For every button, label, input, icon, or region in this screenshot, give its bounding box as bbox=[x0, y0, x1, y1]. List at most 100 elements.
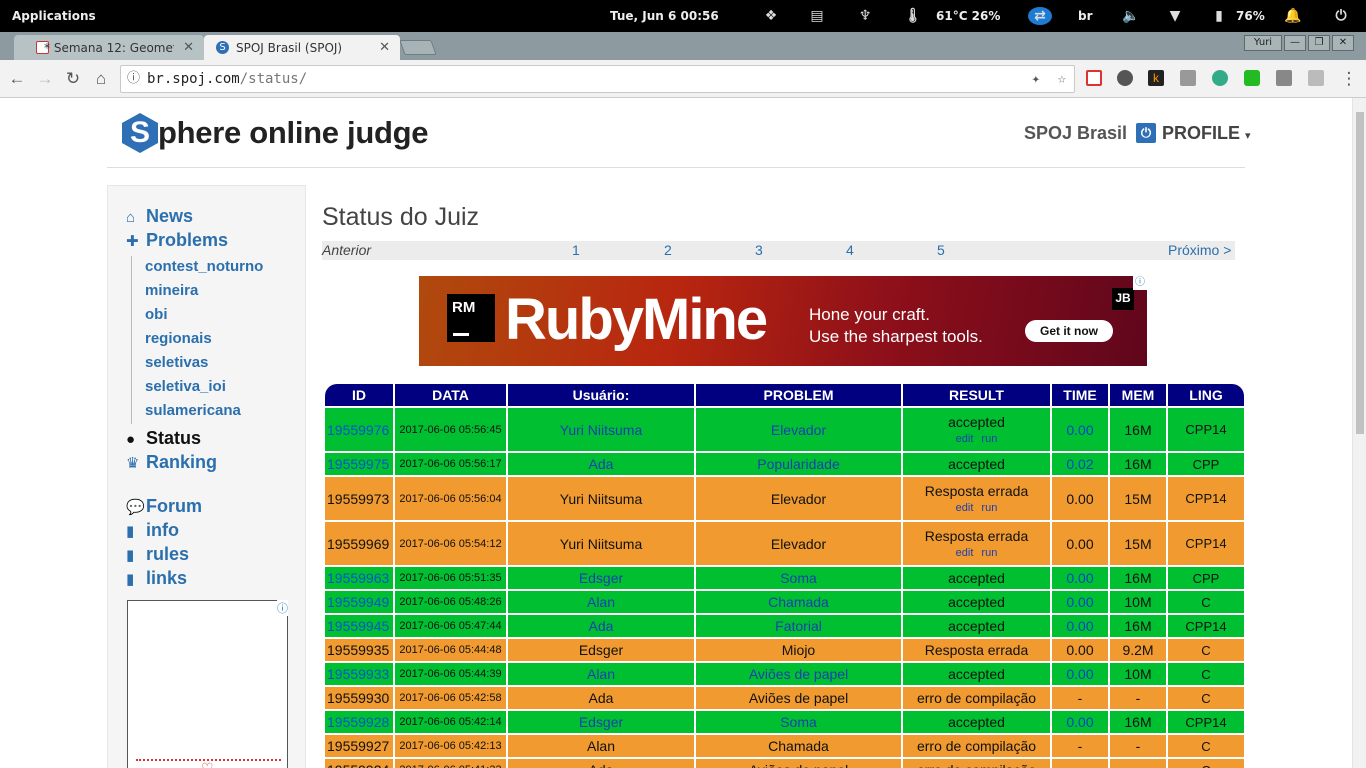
sidebar-item-status[interactable]: ● Status bbox=[126, 428, 201, 449]
submission-id[interactable]: 19559933 bbox=[325, 663, 393, 685]
gmail-icon[interactable] bbox=[1086, 70, 1102, 86]
ad-info-icon[interactable]: ⓘ bbox=[277, 600, 288, 616]
user-link[interactable]: Alan bbox=[508, 591, 694, 613]
problem-link[interactable]: Aviões de papel bbox=[696, 759, 901, 768]
home-icon[interactable]: ⌂ bbox=[90, 68, 112, 90]
submission-id[interactable]: 19559945 bbox=[325, 615, 393, 637]
page-link-2[interactable]: 2 bbox=[664, 242, 672, 258]
thermometer-icon[interactable]: 🌡 bbox=[904, 7, 922, 25]
sidebar-ad[interactable]: ⓘ ♡ bbox=[127, 600, 288, 768]
problem-link[interactable]: Miojo bbox=[696, 639, 901, 661]
edit-link[interactable]: edit bbox=[956, 433, 974, 445]
ad-info-icon[interactable]: ⓘ bbox=[1133, 276, 1147, 290]
problem-link[interactable]: Chamada bbox=[696, 591, 901, 613]
sidebar-item-forum[interactable]: 💬Forum bbox=[126, 496, 202, 517]
sidebar-sub-regionais[interactable]: regionais bbox=[145, 330, 212, 347]
wifi-icon[interactable]: ▼ bbox=[1166, 7, 1184, 25]
page-link-5[interactable]: 5 bbox=[937, 242, 945, 258]
problem-link[interactable]: Soma bbox=[696, 567, 901, 589]
keyboard-layout[interactable]: br bbox=[1078, 9, 1093, 23]
problem-link[interactable]: Elevador bbox=[696, 408, 901, 451]
user-link[interactable]: Edsger bbox=[508, 711, 694, 733]
sidebar-item-problems[interactable]: ✚ Problems bbox=[126, 230, 228, 251]
user-link[interactable]: Alan bbox=[508, 663, 694, 685]
close-icon[interactable]: ✕ bbox=[379, 40, 390, 55]
clock[interactable]: Tue, Jun 6 00:56 bbox=[610, 9, 719, 23]
sidebar-sub-sulamericana[interactable]: sulamericana bbox=[145, 402, 241, 419]
maximize-button[interactable]: ❐ bbox=[1308, 35, 1330, 51]
camera-icon[interactable] bbox=[1180, 70, 1196, 86]
keepa-icon[interactable]: k bbox=[1148, 70, 1164, 86]
ad-cta-button[interactable]: Get it now bbox=[1025, 320, 1113, 342]
submission-id[interactable]: 19559969 bbox=[325, 522, 393, 565]
edit-link[interactable]: edit bbox=[956, 547, 974, 559]
bookmark-star-icon[interactable]: ☆ bbox=[1058, 66, 1066, 92]
user-link[interactable]: Yuri Niitsuma bbox=[508, 408, 694, 451]
minimize-button[interactable]: — bbox=[1284, 35, 1306, 51]
page-link-4[interactable]: 4 bbox=[846, 242, 854, 258]
user-link[interactable]: Yuri Niitsuma bbox=[508, 522, 694, 565]
info-icon[interactable]: ⓘ bbox=[127, 66, 140, 92]
teamviewer-icon[interactable]: ⇄ bbox=[1028, 7, 1052, 25]
user-link[interactable]: Edsger bbox=[508, 639, 694, 661]
profile-user-button[interactable]: Yuri bbox=[1244, 35, 1282, 51]
submission-id[interactable]: 19559928 bbox=[325, 711, 393, 733]
submission-id[interactable]: 19559949 bbox=[325, 591, 393, 613]
menu-icon[interactable]: ⋮ bbox=[1338, 68, 1360, 90]
submission-id[interactable]: 19559927 bbox=[325, 735, 393, 757]
address-bar[interactable]: ⓘ br.spoj.com/status/ ✦ ☆ bbox=[120, 65, 1075, 93]
sidebar-sub-obi[interactable]: obi bbox=[145, 306, 168, 323]
next-page-link[interactable]: Próximo > bbox=[1168, 242, 1231, 258]
sidebar-sub-contest-noturno[interactable]: contest_noturno bbox=[145, 258, 263, 275]
user-link[interactable]: Ada bbox=[508, 615, 694, 637]
applications-menu[interactable]: Applications bbox=[12, 9, 96, 23]
user-link[interactable]: Ada bbox=[508, 687, 694, 709]
problem-link[interactable]: Popularidade bbox=[696, 453, 901, 475]
problem-link[interactable]: Elevador bbox=[696, 522, 901, 565]
run-link[interactable]: run bbox=[981, 433, 997, 445]
sidebar-sub-mineira[interactable]: mineira bbox=[145, 282, 198, 299]
problem-link[interactable]: Soma bbox=[696, 711, 901, 733]
submission-id[interactable]: 19559924 bbox=[325, 759, 393, 768]
volume-icon[interactable]: 🔈 bbox=[1122, 7, 1140, 25]
back-icon[interactable]: ← bbox=[6, 68, 28, 90]
sidebar-sub-seletiva-ioi[interactable]: seletiva_ioi bbox=[145, 378, 226, 395]
user-link[interactable]: Ada bbox=[508, 759, 694, 768]
problem-link[interactable]: Aviões de papel bbox=[696, 663, 901, 685]
tab-spoj[interactable]: S SPOJ Brasil (SPOJ) ✕ bbox=[204, 35, 400, 60]
user-link[interactable]: Ada bbox=[508, 453, 694, 475]
run-link[interactable]: run bbox=[981, 502, 997, 514]
tv-icon[interactable] bbox=[1244, 70, 1260, 86]
submission-id[interactable]: 19559975 bbox=[325, 453, 393, 475]
submission-id[interactable]: 19559973 bbox=[325, 477, 393, 520]
problem-link[interactable]: Fatorial bbox=[696, 615, 901, 637]
notifications-icon[interactable]: 🔔 bbox=[1284, 7, 1302, 25]
tab-geometria[interactable]: * Semana 12: Geomet ✕ bbox=[14, 35, 204, 60]
problem-link[interactable]: Chamada bbox=[696, 735, 901, 757]
network-hub-icon[interactable]: ♆ bbox=[856, 7, 874, 25]
submission-id[interactable]: 19559935 bbox=[325, 639, 393, 661]
problem-link[interactable]: Elevador bbox=[696, 477, 901, 520]
clipboard-icon[interactable]: ▤ bbox=[808, 7, 826, 25]
sidebar-item-info[interactable]: ▮ info bbox=[126, 520, 179, 541]
reload-icon[interactable]: ↻ bbox=[62, 68, 84, 90]
user-link[interactable]: Alan bbox=[508, 735, 694, 757]
scrollbar-thumb[interactable] bbox=[1356, 112, 1364, 434]
new-tab-button[interactable] bbox=[399, 40, 437, 55]
page-link-3[interactable]: 3 bbox=[755, 242, 763, 258]
submission-id[interactable]: 19559930 bbox=[325, 687, 393, 709]
spoj-brasil-link[interactable]: SPOJ Brasil bbox=[1024, 123, 1127, 144]
rubymine-ad-banner[interactable]: RM RubyMine Hone your craft. Use the shar… bbox=[419, 276, 1147, 366]
edit-link[interactable]: edit bbox=[956, 502, 974, 514]
submission-id[interactable]: 19559963 bbox=[325, 567, 393, 589]
jetbrains-icon[interactable] bbox=[1276, 70, 1292, 86]
profile-menu[interactable]: ⏻ PROFILE ▾ bbox=[1136, 123, 1251, 144]
page-scrollbar[interactable] bbox=[1352, 98, 1366, 768]
dropbox-icon[interactable]: ❖ bbox=[762, 7, 780, 25]
problem-link[interactable]: Aviões de papel bbox=[696, 687, 901, 709]
close-icon[interactable]: ✕ bbox=[183, 40, 194, 55]
sidebar-item-links[interactable]: ▮ links bbox=[126, 568, 187, 589]
close-window-button[interactable]: ✕ bbox=[1332, 35, 1354, 51]
sidebar-item-rules[interactable]: ▮ rules bbox=[126, 544, 189, 565]
translate-icon[interactable] bbox=[1212, 70, 1228, 86]
